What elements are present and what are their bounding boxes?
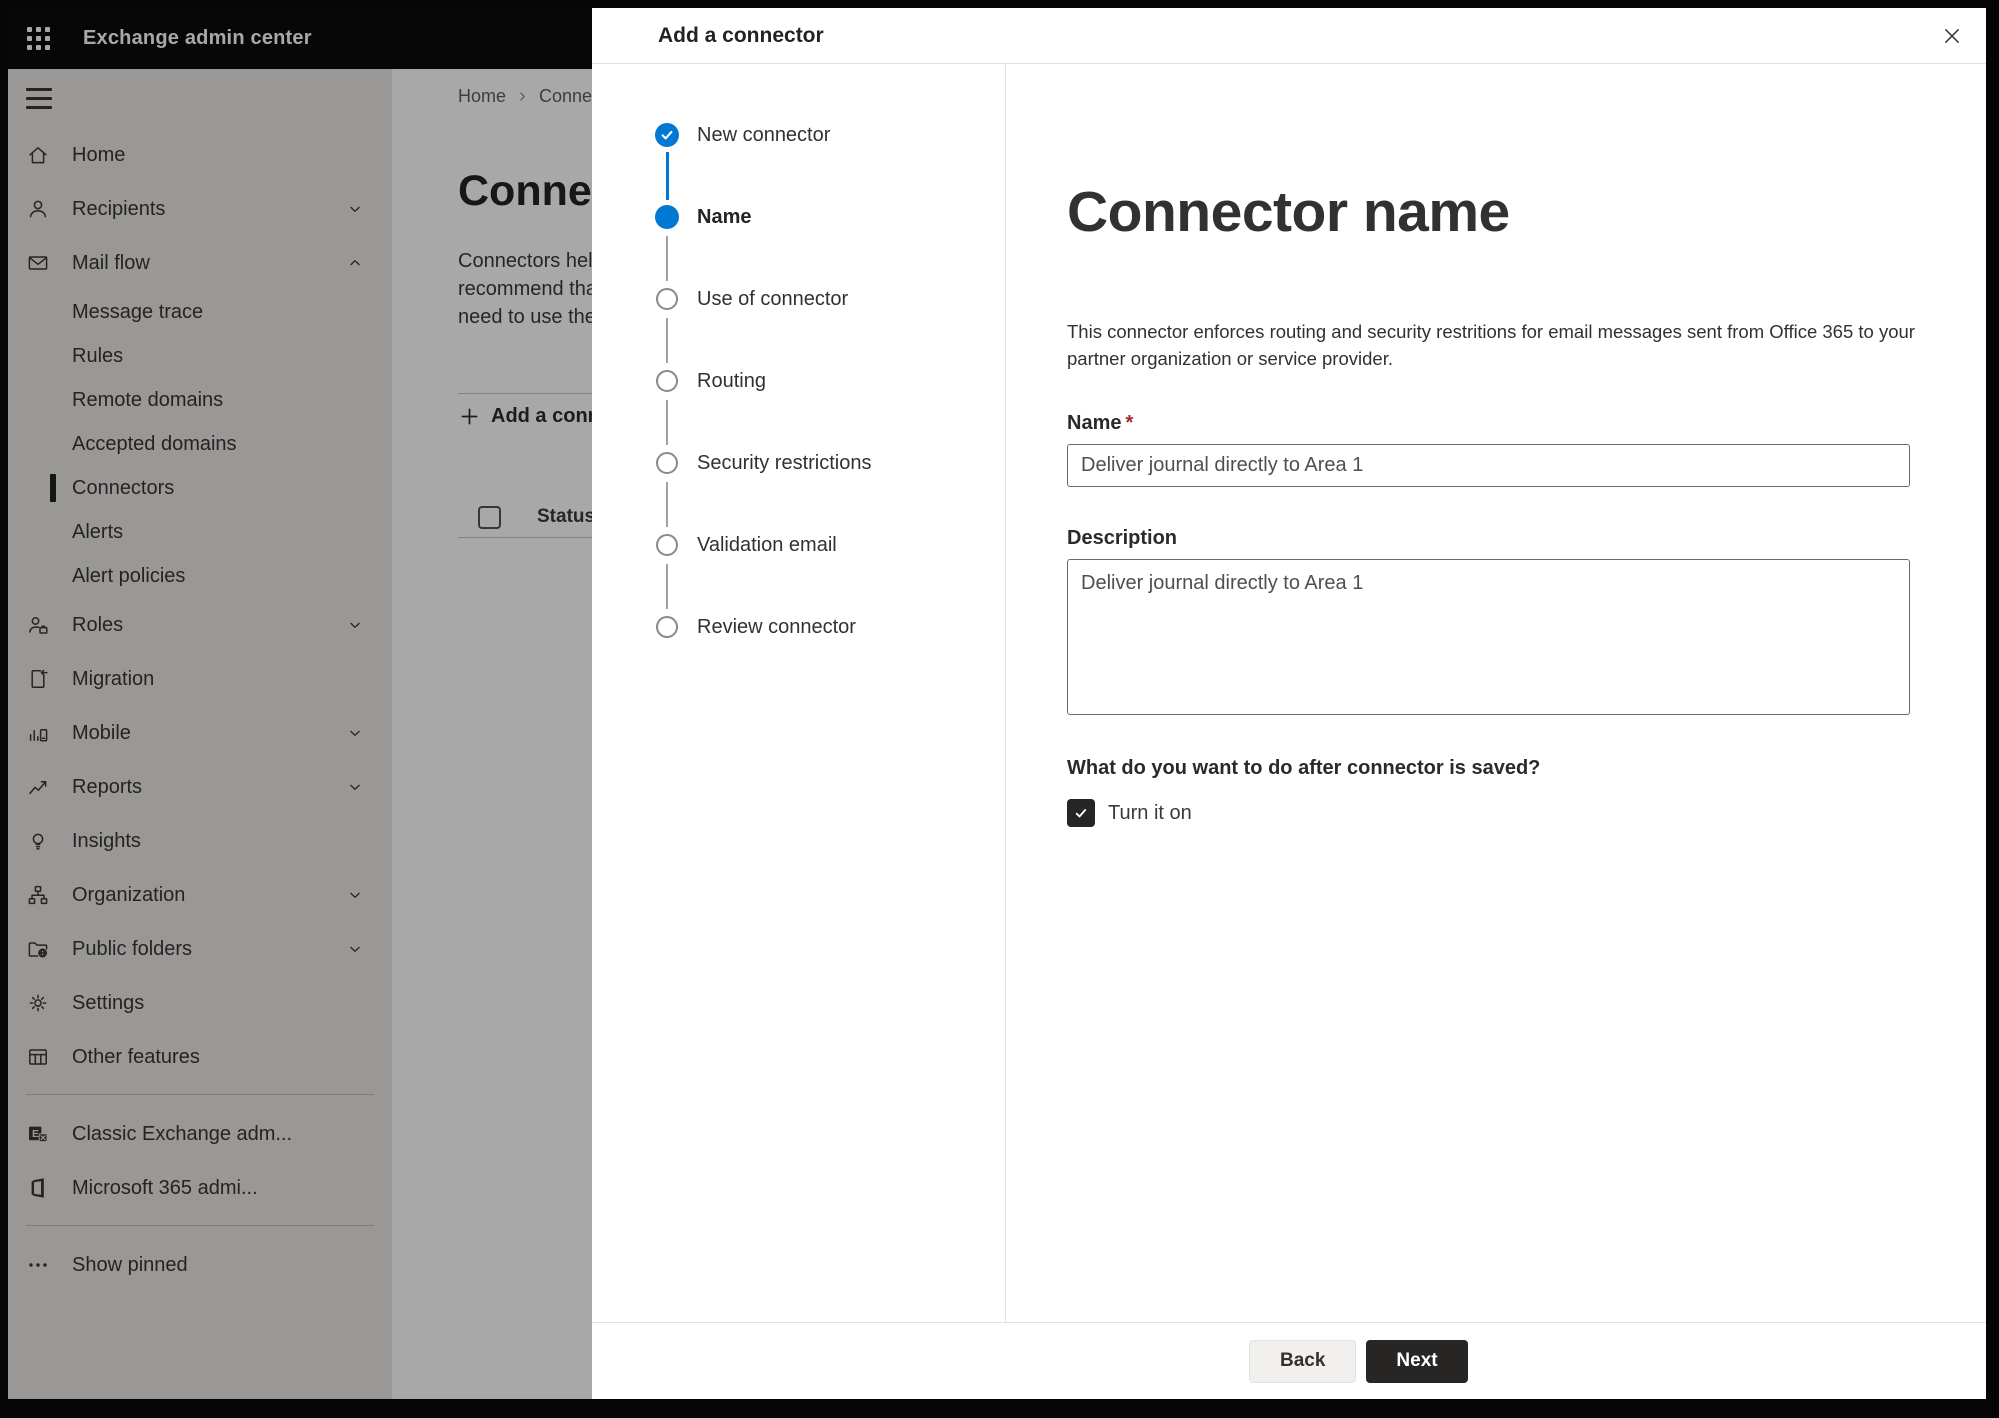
dialog-title: Add a connector bbox=[658, 23, 824, 47]
wizard-step-validation-email: Validation email bbox=[655, 533, 1005, 615]
step-description: This connector enforces routing and secu… bbox=[1067, 321, 1915, 369]
dialog-header: Add a connector bbox=[592, 8, 1986, 64]
wizard-step-use-of-connector: Use of connector bbox=[655, 287, 1005, 369]
turn-it-on-label: Turn it on bbox=[1108, 801, 1192, 824]
step-label: Use of connector bbox=[697, 288, 849, 310]
step-connector-line bbox=[666, 236, 668, 281]
wizard-step-security-restrictions: Security restrictions bbox=[655, 451, 1005, 533]
dialog-footer: Back Next bbox=[592, 1322, 1986, 1399]
wizard-steps: New connector Name Use of connector Routing… bbox=[592, 64, 1006, 1322]
step-connector-line bbox=[665, 152, 669, 200]
close-icon bbox=[1945, 29, 1959, 43]
description-label: Description bbox=[1067, 527, 1178, 549]
step-indicator-upcoming bbox=[656, 616, 678, 638]
step-indicator-upcoming bbox=[656, 452, 678, 474]
back-button[interactable]: Back bbox=[1249, 1339, 1357, 1383]
name-input[interactable] bbox=[1067, 444, 1910, 487]
check-icon bbox=[661, 130, 673, 140]
step-label: Security restrictions bbox=[697, 452, 872, 474]
add-connector-dialog: Add a connector New connector Name Use of … bbox=[592, 8, 1986, 1399]
step-heading: Connector name bbox=[1067, 180, 1510, 244]
dialog-body: New connector Name Use of connector Routing… bbox=[592, 64, 1986, 1322]
next-button[interactable]: Next bbox=[1366, 1339, 1468, 1383]
description-textarea[interactable] bbox=[1067, 559, 1910, 715]
step-connector-line bbox=[666, 564, 668, 609]
step-connector-line bbox=[666, 482, 668, 527]
step-indicator-current bbox=[655, 205, 679, 229]
step-connector-line bbox=[666, 400, 668, 445]
step-indicator-upcoming bbox=[656, 370, 678, 392]
wizard-step-review-connector: Review connector bbox=[655, 615, 1005, 697]
wizard-step-new-connector: New connector bbox=[655, 123, 1005, 205]
step-label: Validation email bbox=[697, 534, 837, 556]
turn-it-on-checkbox-row[interactable]: Turn it on bbox=[1067, 799, 1986, 827]
name-label: Name * bbox=[1067, 412, 1134, 434]
step-connector-line bbox=[666, 318, 668, 363]
after-save-question: What do you want to do after connector i… bbox=[1067, 757, 1541, 779]
step-indicator-upcoming bbox=[656, 288, 678, 310]
step-label: Name bbox=[697, 206, 752, 228]
required-marker: * bbox=[1125, 412, 1134, 434]
checkmark-icon bbox=[1075, 809, 1087, 818]
step-label: Review connector bbox=[697, 616, 856, 638]
checked-checkbox[interactable] bbox=[1067, 799, 1095, 827]
step-indicator-completed bbox=[655, 123, 679, 147]
wizard-step-name: Name bbox=[655, 205, 1005, 287]
step-label: New connector bbox=[697, 124, 831, 146]
step-indicator-upcoming bbox=[656, 534, 678, 556]
wizard-step-routing: Routing bbox=[655, 369, 1005, 451]
close-button[interactable] bbox=[1932, 16, 1972, 56]
step-label: Routing bbox=[697, 370, 766, 392]
dialog-content: Connector name This connector enforces r… bbox=[1006, 64, 1986, 1322]
screen: Exchange admin center Home Recipients Mail… bbox=[8, 8, 1986, 1399]
